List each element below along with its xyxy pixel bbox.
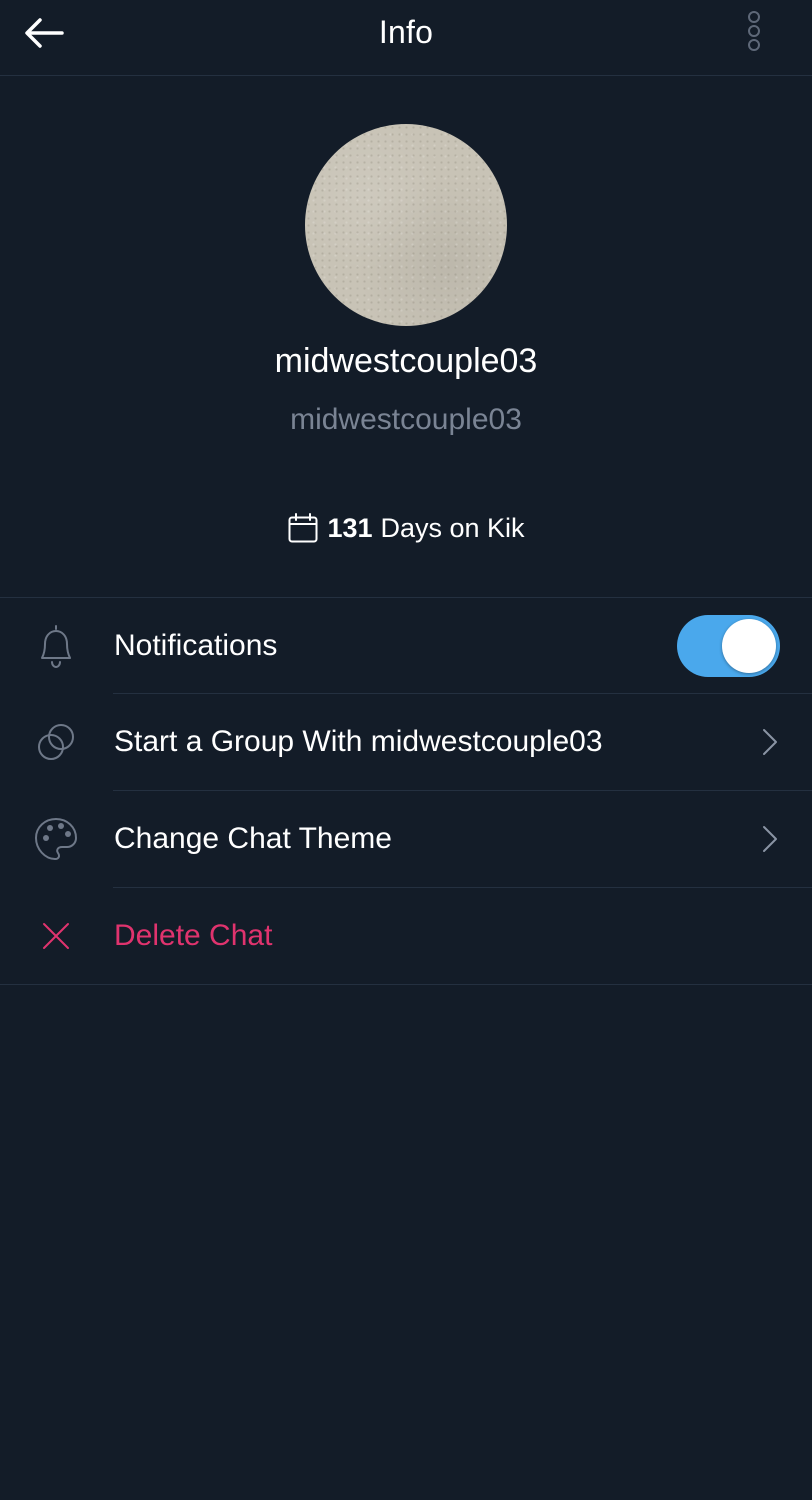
chevron-right-icon [758,823,782,855]
avatar-texture [305,124,507,326]
change-theme-label: Change Chat Theme [114,822,392,855]
section-divider [0,984,812,985]
start-group-row[interactable]: Start a Group With midwestcouple03 [0,694,812,790]
vertical-dots-icon [748,11,760,51]
overlapping-circles-icon [32,718,80,766]
display-name: midwestcouple03 [274,342,538,380]
notifications-label: Notifications [114,629,278,662]
days-on-kik: 131 Days on Kik [0,512,812,544]
days-count: 131 [327,512,373,543]
palette-icon [32,815,80,863]
delete-chat-row[interactable]: Delete Chat [0,888,812,984]
calendar-icon [287,512,319,544]
notifications-toggle[interactable] [677,615,780,677]
toggle-knob [722,619,776,673]
change-theme-row[interactable]: Change Chat Theme [0,791,812,887]
top-bar: Info [0,0,812,76]
username: midwestcouple03 [290,403,522,436]
bell-icon [32,622,80,670]
delete-chat-label: Delete Chat [114,919,273,952]
avatar[interactable] [305,124,507,326]
start-group-label: Start a Group With midwestcouple03 [114,725,603,758]
notifications-row: Notifications [0,598,812,694]
days-suffix: Days on Kik [380,512,525,543]
info-screen: Info midwestcouple03 midwestcouple03 131… [0,0,812,1500]
more-options-button[interactable] [734,8,774,58]
chevron-right-icon [758,726,782,758]
page-title: Info [378,14,434,50]
close-x-icon [32,912,80,960]
